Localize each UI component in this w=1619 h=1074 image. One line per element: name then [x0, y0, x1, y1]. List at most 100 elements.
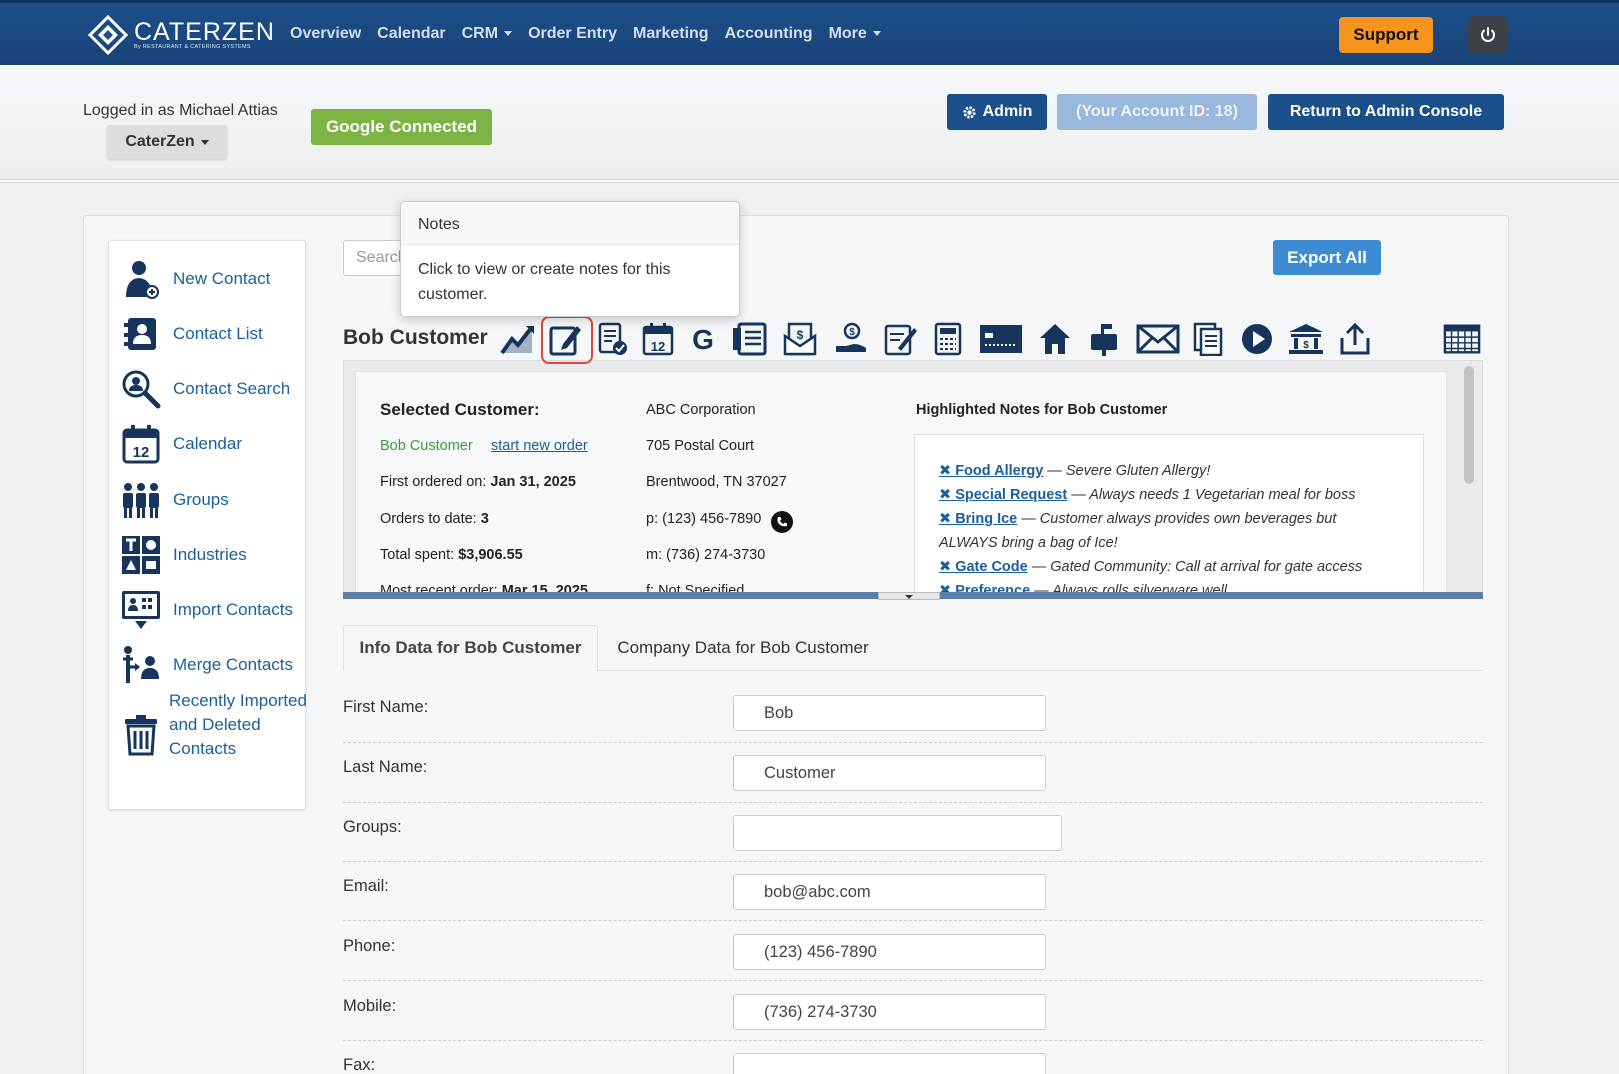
phone-field[interactable]: (123) 456-7890	[733, 934, 1046, 970]
note-tag-link[interactable]: ✖ Bring Ice	[939, 511, 1017, 527]
sidebar-item-industries[interactable]: Industries	[121, 533, 247, 577]
nav-marketing[interactable]: Marketing	[633, 25, 709, 43]
sidebar-item-label: New Contact	[173, 269, 271, 288]
first-ordered-value: Jan 31, 2025	[490, 474, 576, 490]
note-tag-link[interactable]: ✖ Food Allergy	[939, 463, 1043, 479]
svg-text:$: $	[849, 327, 855, 338]
account-id-button[interactable]: (Your Account ID: 18)	[1057, 94, 1257, 130]
checklist-icon[interactable]	[594, 320, 632, 358]
add-user-icon	[121, 257, 161, 301]
sidebar-item-merge-contacts[interactable]: Merge Contacts	[121, 643, 293, 687]
invoice-icon[interactable]: $	[781, 320, 819, 358]
spent-row: Total spent: $3,906.55	[380, 547, 523, 563]
sidebar-item-groups[interactable]: Groups	[121, 478, 229, 522]
nav-more[interactable]: More	[829, 25, 881, 43]
google-icon[interactable]: G	[684, 320, 722, 358]
return-admin-console-button[interactable]: Return to Admin Console	[1268, 94, 1504, 130]
email-field[interactable]: bob@abc.com	[733, 874, 1046, 910]
chart-icon[interactable]	[499, 320, 537, 358]
svg-text:12: 12	[133, 444, 150, 461]
admin-button[interactable]: Admin	[947, 94, 1047, 130]
nav-crm[interactable]: CRM	[462, 25, 513, 43]
contacts-sidebar: New Contact Contact List Contact Search …	[108, 240, 309, 810]
caterzen-logo[interactable]: CATERZEN By RESTAURANT & CATERING SYSTEM…	[87, 14, 275, 56]
logged-in-text: Logged in as Michael Attias	[83, 102, 278, 119]
sidebar-item-recently-imported-deleted[interactable]: Recently Imported and Deleted Contacts	[121, 691, 309, 761]
sidebar-item-label: Merge Contacts	[173, 655, 293, 674]
note-tag: Food Allergy	[955, 463, 1044, 479]
note-tag-link[interactable]: ✖ Special Request	[939, 487, 1067, 503]
payment-icon[interactable]: $	[832, 320, 870, 358]
fax-field[interactable]	[733, 1053, 1046, 1074]
sidebar-item-label: Groups	[173, 490, 229, 509]
note-text: Severe Gluten Allergy!	[1065, 463, 1211, 479]
mobile-field[interactable]: (736) 274-3730	[733, 994, 1046, 1030]
upload-icon[interactable]	[1336, 320, 1374, 358]
orders-row: Orders to date: 3	[380, 511, 489, 527]
contact-search-input[interactable]: Search	[343, 240, 403, 276]
sidebar-item-import-contacts[interactable]: Import Contacts	[121, 588, 293, 632]
group-icon	[121, 478, 161, 522]
nav-overview[interactable]: Overview	[290, 25, 361, 43]
documents-icon[interactable]	[1189, 320, 1227, 358]
nav-order-entry[interactable]: Order Entry	[528, 25, 617, 43]
home-icon[interactable]	[1036, 320, 1074, 358]
svg-text:$: $	[1303, 340, 1309, 351]
phone-call-icon[interactable]	[771, 511, 793, 533]
summary-resize-grip[interactable]	[878, 592, 940, 600]
main-nav: Overview Calendar CRM Order Entry Market…	[282, 3, 889, 65]
mailbox-icon[interactable]	[1085, 320, 1123, 358]
bank-icon[interactable]: $	[1287, 320, 1325, 358]
orders-value: 3	[480, 511, 489, 527]
sidebar-item-calendar[interactable]: 12 Calendar	[121, 422, 242, 466]
google-connected-button[interactable]: Google Connected	[311, 109, 492, 145]
nav-accounting[interactable]: Accounting	[725, 25, 813, 43]
last-name-field[interactable]: Customer	[733, 755, 1046, 791]
notes-tooltip: Notes Click to view or create notes for …	[400, 201, 740, 317]
address-line-1: 705 Postal Court	[646, 438, 755, 454]
customer-link[interactable]: Bob Customer	[380, 438, 473, 454]
selected-customer-label: Selected Customer:	[380, 400, 540, 419]
tab-info-data[interactable]: Info Data for Bob Customer	[343, 625, 598, 671]
note-item: ✖ Special Request — Always needs 1 Veget…	[939, 487, 1356, 503]
first-name-label: First Name:	[343, 698, 429, 716]
envelope-icon[interactable]	[1136, 320, 1180, 358]
export-all-button[interactable]: Export All	[1273, 240, 1381, 275]
form-divider	[343, 920, 1483, 921]
play-icon[interactable]	[1238, 320, 1276, 358]
note-tag: Special Request	[955, 487, 1068, 503]
chevron-down-icon	[200, 139, 209, 145]
calculator-icon[interactable]	[929, 320, 967, 358]
industries-icon	[121, 533, 161, 577]
note-item: ✖ Gate Code — Gated Community: Call at a…	[939, 559, 1363, 575]
admin-label: Admin	[982, 103, 1033, 120]
tooltip-title: Notes	[401, 202, 739, 245]
summary-scrollbar[interactable]	[1464, 366, 1474, 484]
sidebar-item-label: Industries	[173, 545, 247, 564]
tab-company-data[interactable]: Company Data for Bob Customer	[598, 625, 888, 671]
sidebar-item-new-contact[interactable]: New Contact	[121, 257, 270, 301]
grid-icon[interactable]	[1443, 320, 1481, 358]
card-icon[interactable]	[977, 320, 1025, 358]
form-divider	[343, 1040, 1483, 1041]
power-button[interactable]	[1468, 16, 1508, 53]
calendar-icon[interactable]: 12	[639, 320, 677, 358]
sidebar-item-contact-search[interactable]: Contact Search	[121, 367, 290, 411]
top-navbar: CATERZEN By RESTAURANT & CATERING SYSTEM…	[0, 0, 1619, 65]
note-tag-link[interactable]: ✖ Gate Code	[939, 559, 1028, 575]
groups-field[interactable]	[733, 815, 1062, 851]
sidebar-item-contact-list[interactable]: Contact List	[121, 312, 263, 356]
ledger-icon[interactable]	[731, 320, 769, 358]
phone-label: Phone:	[343, 937, 396, 955]
form-divider	[343, 980, 1483, 981]
nav-calendar[interactable]: Calendar	[377, 25, 445, 43]
svg-text:G: G	[692, 324, 714, 354]
spent-label: Total spent:	[380, 547, 455, 563]
org-dropdown[interactable]: CaterZen	[107, 125, 227, 159]
signature-icon[interactable]	[882, 320, 920, 358]
first-name-field[interactable]: Bob	[733, 695, 1046, 731]
start-new-order-link[interactable]: start new order	[491, 438, 588, 454]
fax-label: Fax:	[343, 1056, 376, 1074]
support-button[interactable]: Support	[1339, 17, 1433, 53]
chevron-down-icon	[504, 31, 513, 37]
